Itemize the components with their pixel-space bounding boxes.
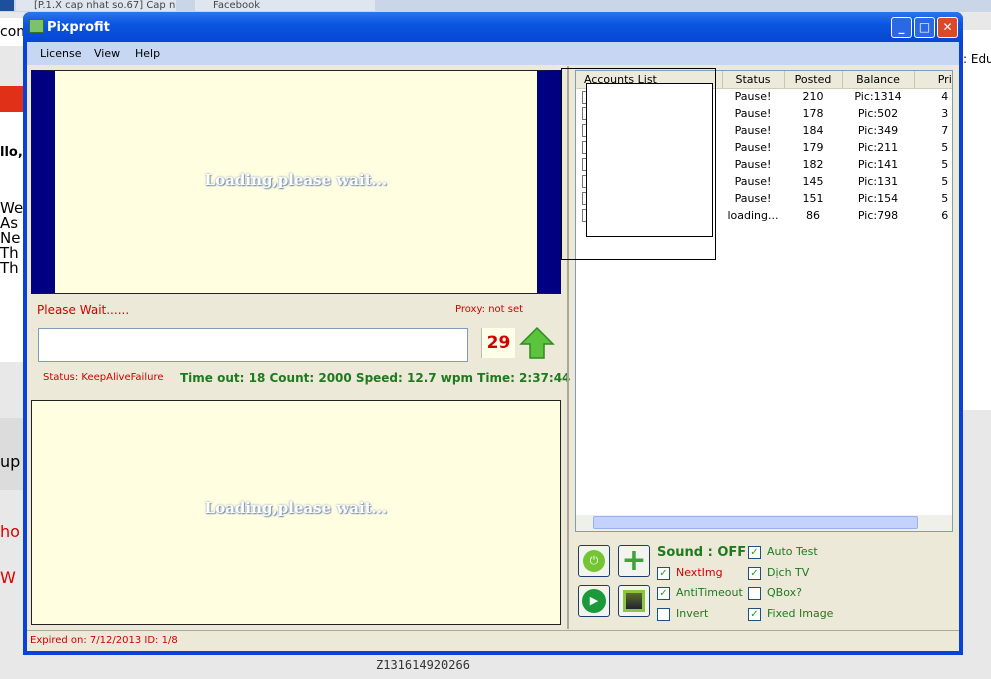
col-pri[interactable]: Pri	[914, 71, 952, 89]
option-label: QBox?	[767, 586, 802, 599]
cell-balance: Pic:502	[857, 107, 899, 120]
cell-posted: 184	[802, 124, 824, 137]
cell-pri: 3	[941, 107, 949, 120]
cell-pri: 7	[941, 124, 949, 137]
countdown: 29	[481, 328, 515, 358]
cell-balance: Pic:211	[857, 141, 899, 154]
cell-status: Pause!	[734, 141, 772, 154]
image-button[interactable]	[618, 585, 650, 617]
status-text: Status: KeepAliveFailure	[43, 372, 164, 383]
bg-text: W	[0, 568, 16, 587]
cell-balance: Pic:154	[857, 192, 899, 205]
col-balance[interactable]: Balance	[842, 71, 915, 89]
menu-bar: License View Help	[27, 42, 959, 65]
cell-posted: 178	[802, 107, 824, 120]
option-qbox-[interactable]: QBox?	[748, 586, 802, 600]
cell-posted: 210	[802, 90, 824, 104]
proxy-label: Proxy: not set	[455, 304, 524, 315]
selection-rect	[561, 68, 716, 260]
cell-status: loading...	[727, 209, 779, 222]
pixprofit-window: Pixprofit _ □ ✕ License View Help Loadin…	[23, 12, 963, 655]
cell-posted: 86	[806, 209, 820, 222]
checkbox[interactable]: ✓	[657, 566, 670, 580]
checkbox[interactable]: ✓	[748, 566, 761, 580]
option-antitimeout[interactable]: ✓ AntiTimeout	[657, 586, 743, 600]
sound-toggle[interactable]: Sound : OFF	[657, 545, 746, 560]
add-button[interactable]: +	[618, 545, 650, 577]
close-button[interactable]: ✕	[937, 17, 958, 38]
option-label: Invert	[676, 607, 709, 620]
bg-text: up	[0, 452, 21, 471]
menu-license[interactable]: License	[40, 47, 81, 60]
app-icon	[29, 19, 44, 33]
option-label: NextImg	[676, 566, 723, 579]
checkbox[interactable]	[657, 607, 670, 621]
play-button[interactable]: ▶	[578, 585, 610, 617]
cell-status: Pause!	[734, 192, 772, 205]
wait-text: Please Wait......	[37, 303, 130, 317]
bg-text: ho	[0, 522, 20, 541]
cell-posted: 151	[802, 192, 824, 205]
window-title: Pixprofit	[47, 20, 110, 35]
checkbox[interactable]	[748, 586, 761, 600]
captcha-image-bottom: Loading,please wait...	[31, 400, 561, 625]
bg-text: : Edu	[963, 52, 991, 66]
power-button[interactable]: ⏻	[578, 545, 610, 577]
cell-balance: Pic:131	[857, 175, 899, 188]
cell-status: Pause!	[734, 90, 772, 104]
option-d-ch-tv[interactable]: ✓ Dịch TV	[748, 566, 809, 580]
cell-pri: 5	[941, 175, 949, 188]
menu-help[interactable]: Help	[135, 47, 160, 60]
bg-text: Th	[0, 259, 19, 277]
option-invert[interactable]: Invert	[657, 607, 708, 621]
cell-balance: Pic:798	[857, 209, 899, 222]
title-bar[interactable]: Pixprofit _ □ ✕	[23, 12, 963, 42]
cell-balance: Pic:141	[857, 158, 899, 171]
cell-pri: 5	[941, 158, 949, 171]
cell-pri: 6	[941, 209, 949, 222]
menu-view[interactable]: View	[94, 47, 120, 60]
option-nextimg[interactable]: ✓ NextImg	[657, 566, 723, 580]
stats-text: Time out: 18 Count: 2000 Speed: 12.7 wpm…	[180, 371, 571, 385]
cell-balance: Pic:1314	[854, 90, 902, 104]
checkbox[interactable]: ✓	[748, 545, 761, 559]
cell-pri: 4	[941, 90, 949, 104]
cell-pri: 5	[941, 141, 949, 154]
browser-tab[interactable]: [P.1.X cap nhat so.67] Cap n	[16, 0, 176, 11]
browser-tab[interactable]: Facebook	[195, 0, 375, 11]
maximize-button[interactable]: □	[914, 17, 935, 38]
submit-arrow-icon[interactable]	[519, 326, 555, 360]
captcha-image-top: Loading,please wait...	[31, 70, 561, 294]
cell-posted: 179	[802, 141, 824, 154]
option-label: Auto Test	[767, 545, 818, 558]
cell-status: Pause!	[734, 175, 772, 188]
cell-posted: 182	[802, 158, 824, 171]
option-label: AntiTimeout	[676, 586, 743, 599]
bg-text: llo,	[0, 145, 23, 160]
option-label: Fixed Image	[767, 607, 834, 620]
option-auto-test[interactable]: ✓ Auto Test	[748, 545, 818, 559]
option-fixed-image[interactable]: ✓ Fixed Image	[748, 607, 833, 621]
loading-text: Loading,please wait...	[204, 499, 388, 517]
checkbox[interactable]: ✓	[748, 607, 761, 621]
captcha-input[interactable]	[38, 328, 468, 362]
checkbox[interactable]: ✓	[657, 586, 670, 600]
col-posted[interactable]: Posted	[784, 71, 843, 89]
option-label: Dịch TV	[767, 566, 810, 579]
col-status[interactable]: Status	[722, 71, 785, 89]
loading-text: Loading,please wait...	[204, 171, 388, 189]
cell-balance: Pic:349	[857, 124, 899, 137]
status-bar: Expired on: 7/12/2013 ID: 1/8	[30, 635, 178, 646]
cell-status: Pause!	[734, 107, 772, 120]
horizontal-scrollbar[interactable]	[576, 515, 952, 531]
cell-status: Pause!	[734, 158, 772, 171]
minimize-button[interactable]: _	[891, 17, 912, 38]
cell-posted: 145	[802, 175, 824, 188]
footer-code: Z131614920266	[376, 658, 470, 672]
cell-status: Pause!	[734, 124, 772, 137]
cell-pri: 5	[941, 192, 949, 205]
